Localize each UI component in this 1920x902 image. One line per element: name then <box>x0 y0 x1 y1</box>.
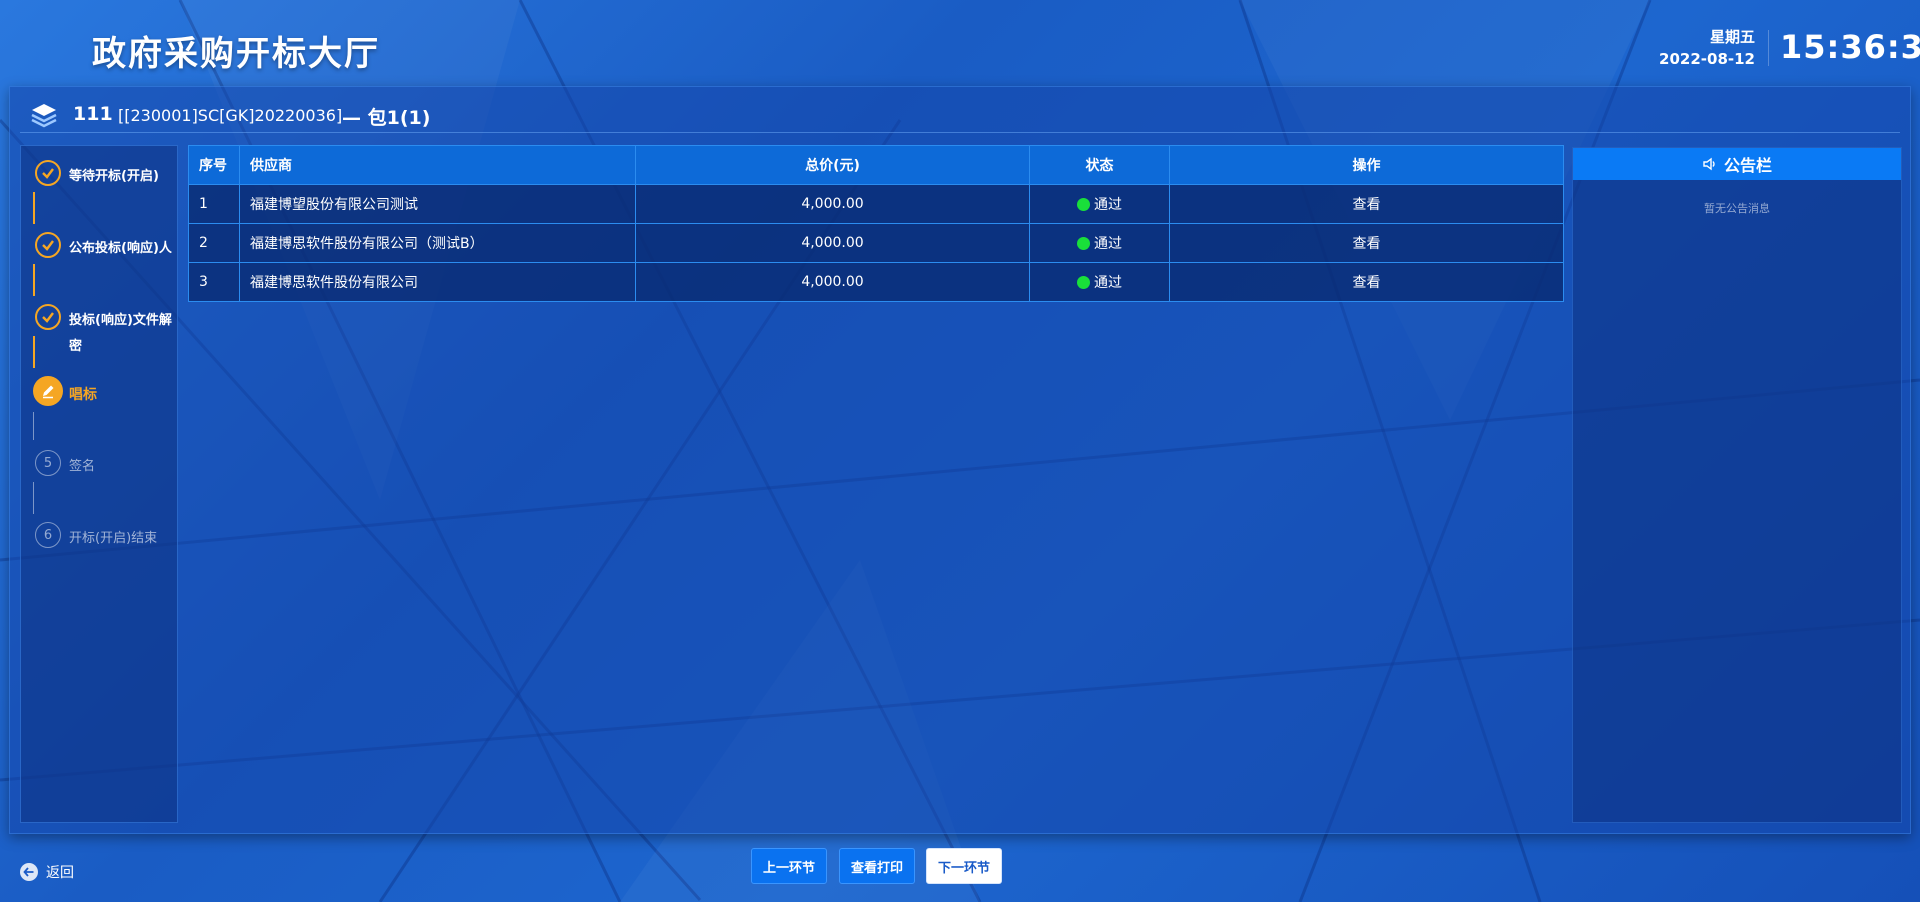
step-connector <box>33 264 35 296</box>
check-icon <box>35 304 61 330</box>
main-panel: 111 [[230001]SC[GK]20220036] — 包1(1) 等待开… <box>9 86 1911 834</box>
notice-board: 公告栏 暂无公告消息 <box>1572 147 1902 823</box>
cell-action: 查看 <box>1169 184 1564 224</box>
step-connector <box>33 412 34 440</box>
status-text: 通过 <box>1094 275 1122 291</box>
project-package: — 包1(1) <box>342 107 431 129</box>
status-dot-icon <box>1077 198 1090 211</box>
date: 2022-08-12 <box>1659 50 1755 68</box>
clock: 15:36:39 <box>1780 28 1920 66</box>
step-connector <box>33 192 35 224</box>
pencil-icon <box>33 376 63 406</box>
back-label: 返回 <box>46 865 74 881</box>
col-action: 操作 <box>1169 145 1564 185</box>
weekday: 星期五 <box>1709 28 1755 46</box>
bid-table-wrapper: 序号 供应商 总价(元) 状态 操作 1 福建博望股份有限公司测试 4,000.… <box>188 145 1564 302</box>
check-icon <box>35 160 61 186</box>
step-label: 公布投标(响应)人 <box>69 241 172 256</box>
step-connector <box>33 482 34 514</box>
status-text: 通过 <box>1094 236 1122 252</box>
cell-supplier: 福建博思软件股份有限公司 <box>239 262 636 302</box>
view-link[interactable]: 查看 <box>1353 236 1381 252</box>
cell-status: 通过 <box>1029 262 1170 302</box>
status-text: 通过 <box>1094 197 1122 213</box>
cell-supplier: 福建博望股份有限公司测试 <box>239 184 636 224</box>
progress-steps: 等待开标(开启) 公布投标(响应)人 投标(响应)文件解密 唱标 5 签名 6 … <box>20 145 178 823</box>
speaker-icon <box>1703 157 1715 171</box>
cell-price: 4,000.00 <box>635 184 1030 224</box>
header-rule <box>20 132 1900 133</box>
cell-status: 通过 <box>1029 184 1170 224</box>
header-divider <box>1768 30 1769 66</box>
cell-no: 3 <box>188 262 240 302</box>
project-code: [[230001]SC[GK]20220036] <box>118 106 343 125</box>
view-print-button[interactable]: 查看打印 <box>839 848 916 884</box>
status-dot-icon <box>1077 276 1090 289</box>
step-label: 签名 <box>69 459 96 474</box>
status-dot-icon <box>1077 237 1090 250</box>
cell-action: 查看 <box>1169 262 1564 302</box>
col-price: 总价(元) <box>635 145 1030 185</box>
notice-title: 公告栏 <box>1723 156 1772 175</box>
cell-price: 4,000.00 <box>635 223 1030 263</box>
cell-status: 通过 <box>1029 223 1170 263</box>
step-label: 投标(响应)文件解密 <box>69 313 172 354</box>
notice-header: 公告栏 <box>1573 148 1901 180</box>
col-supplier: 供应商 <box>239 145 636 185</box>
bid-table: 序号 供应商 总价(元) 状态 操作 1 福建博望股份有限公司测试 4,000.… <box>188 145 1564 302</box>
cell-no: 1 <box>188 184 240 224</box>
cell-price: 4,000.00 <box>635 262 1030 302</box>
cell-no: 2 <box>188 223 240 263</box>
step-label: 唱标 <box>69 387 97 403</box>
notice-empty-text: 暂无公告消息 <box>1704 202 1770 215</box>
view-link[interactable]: 查看 <box>1353 197 1381 213</box>
step-label: 等待开标(开启) <box>69 169 159 184</box>
cell-action: 查看 <box>1169 223 1564 263</box>
prev-step-button[interactable]: 上一环节 <box>751 848 828 884</box>
page-title: 政府采购开标大厅 <box>92 34 380 74</box>
back-button[interactable]: 返回 <box>20 862 74 882</box>
date-box: 星期五 2022-08-12 <box>1659 26 1755 70</box>
step-label: 开标(开启)结束 <box>69 531 158 546</box>
layers-icon <box>31 104 57 128</box>
cell-supplier: 福建博思软件股份有限公司（测试B） <box>239 223 636 263</box>
table-row: 3 福建博思软件股份有限公司 4,000.00 通过 查看 <box>188 262 1564 302</box>
table-row: 2 福建博思软件股份有限公司（测试B） 4,000.00 通过 查看 <box>188 223 1564 263</box>
table-row: 1 福建博望股份有限公司测试 4,000.00 通过 查看 <box>188 184 1564 224</box>
header: 政府采购开标大厅 星期五 2022-08-12 15:36:39 <box>0 0 1920 84</box>
project-number: 111 <box>73 103 113 125</box>
table-header-row: 序号 供应商 总价(元) 状态 操作 <box>188 145 1564 185</box>
view-link[interactable]: 查看 <box>1353 275 1381 291</box>
next-step-button[interactable]: 下一环节 <box>926 848 1003 884</box>
back-arrow-icon <box>20 863 38 881</box>
step-connector <box>33 336 35 368</box>
check-icon <box>35 232 61 258</box>
col-no: 序号 <box>188 145 240 185</box>
project-header: 111 [[230001]SC[GK]20220036] — 包1(1) <box>20 97 1900 131</box>
col-status: 状态 <box>1029 145 1170 185</box>
step-number: 6 <box>35 522 61 548</box>
step-number: 5 <box>35 450 61 476</box>
